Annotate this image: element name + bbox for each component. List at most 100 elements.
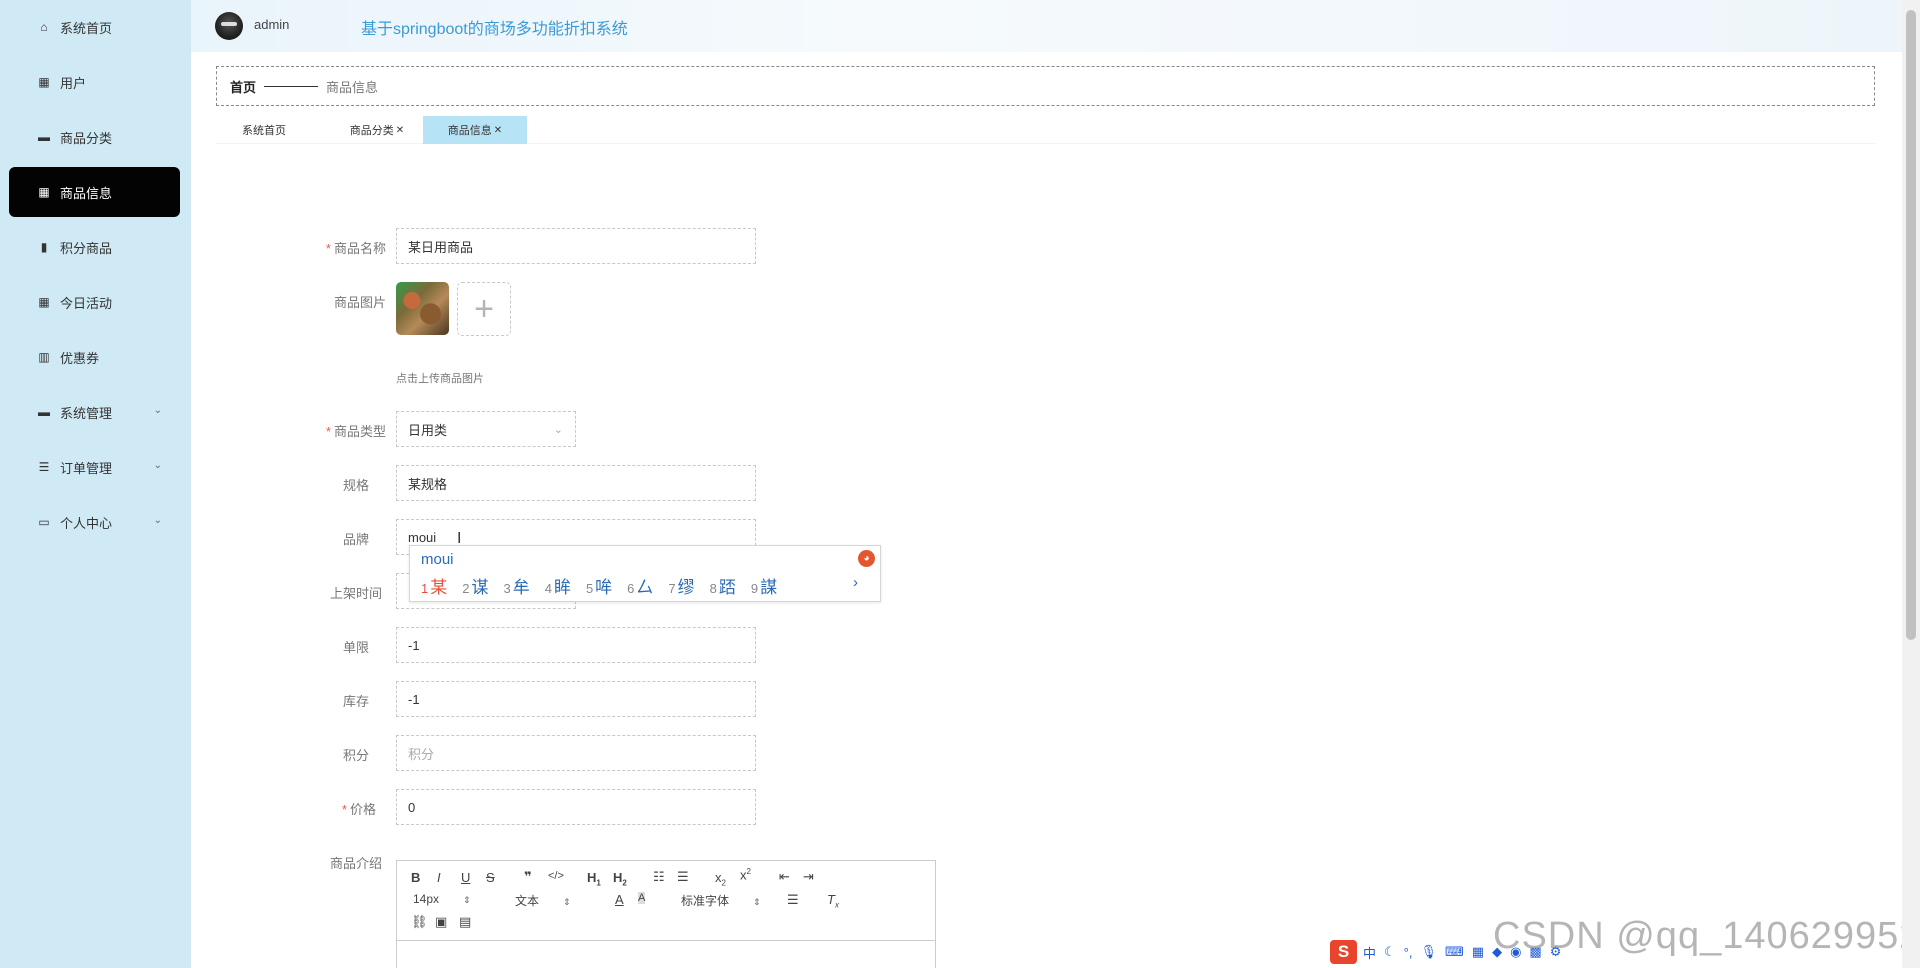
tab-home[interactable]: 系统首页: [216, 116, 312, 144]
required-mark: *: [325, 424, 331, 439]
name-field[interactable]: 某日用商品: [396, 228, 756, 264]
list-icon: ☰: [38, 460, 50, 474]
sidebar-item-profile[interactable]: ▭ 个人中心 ⌄: [9, 497, 180, 547]
sidebar-item-label: 积分商品: [60, 240, 113, 256]
label-text: 商品介绍: [329, 856, 382, 871]
align-icon[interactable]: ☰: [787, 892, 799, 908]
close-icon[interactable]: ✕: [396, 125, 404, 136]
ime-candidate[interactable]: 9謀: [751, 573, 777, 598]
sidebar-item-system[interactable]: ▬ 系统管理 ⌄: [9, 387, 180, 437]
ime-candidate-popup: moui ◕ 1某 2谋 3牟 4眸 5哞 6厶 7缪 8踎 9謀 ›: [409, 545, 881, 602]
heading2-icon[interactable]: H2: [613, 870, 627, 888]
outdent-icon[interactable]: ⇤: [779, 869, 790, 885]
ime-candidate[interactable]: 2谋: [462, 573, 488, 598]
heading1-icon[interactable]: H1: [587, 870, 601, 888]
candidate-text: 厶: [636, 578, 654, 597]
ime-next-page-icon[interactable]: ›: [853, 574, 858, 591]
tab-label: 系统首页: [242, 125, 286, 137]
subscript-icon[interactable]: x2: [715, 870, 726, 888]
label-text: 上架时间: [329, 586, 382, 601]
sidebar-item-categories[interactable]: ▬ 商品分类: [9, 112, 180, 162]
stock-label: 库存: [249, 691, 369, 710]
ime-candidate[interactable]: 1某: [421, 573, 447, 598]
blockquote-icon[interactable]: ❞: [524, 869, 532, 885]
ime-candidate[interactable]: 6厶: [627, 573, 653, 598]
ime-candidate[interactable]: 7缪: [668, 573, 694, 598]
breadcrumb-home[interactable]: 首页: [230, 77, 256, 96]
strikethrough-icon[interactable]: S: [486, 870, 495, 885]
keyboard-icon[interactable]: ⌨: [1445, 944, 1464, 960]
points-label: 积分: [249, 745, 369, 764]
name-value: 某日用商品: [408, 239, 474, 255]
tab-label: 商品信息: [447, 125, 492, 137]
video-icon[interactable]: ▤: [459, 914, 471, 930]
sidebar-item-orders[interactable]: ☰ 订单管理 ⌄: [9, 442, 180, 492]
limit-field[interactable]: -1: [396, 627, 756, 663]
header-select[interactable]: 文本 ⇕: [515, 892, 571, 909]
category-select[interactable]: 日用类 ⌄: [396, 411, 576, 447]
breadcrumb: 首页 商品信息: [216, 66, 1875, 106]
close-icon[interactable]: ✕: [494, 125, 502, 136]
punctuation-icon[interactable]: °,: [1404, 945, 1413, 960]
scrollbar-thumb[interactable]: [1906, 10, 1916, 640]
code-block-icon[interactable]: </>: [548, 870, 564, 882]
briefcase-icon: ▬: [38, 130, 50, 144]
bar-chart-icon: ▥: [38, 350, 50, 364]
product-image-thumbnail[interactable]: [396, 282, 449, 335]
watermark: CSDN @qq_1406299528: [1493, 915, 1920, 957]
username[interactable]: admin: [254, 17, 289, 32]
spec-field[interactable]: 某规格: [396, 465, 756, 501]
microphone-icon[interactable]: 🎙: [1420, 944, 1437, 960]
bullet-list-icon[interactable]: ☰: [677, 869, 689, 885]
font-family-select[interactable]: 标准字体 ⇕: [681, 892, 761, 909]
sidebar-item-products[interactable]: ▦ 商品信息: [9, 167, 180, 217]
chevron-updown-icon: ⇕: [463, 895, 471, 905]
image-label: 商品图片: [266, 292, 386, 311]
sidebar-item-today-events[interactable]: ▦ 今日活动: [9, 277, 180, 327]
candidate-text: 牟: [512, 578, 530, 597]
sogou-logo-icon[interactable]: S: [1330, 940, 1357, 964]
sidebar-item-label: 订单管理: [60, 460, 113, 476]
image-icon[interactable]: ▣: [435, 914, 447, 930]
label-text: 商品类型: [333, 424, 386, 439]
points-field[interactable]: 积分: [396, 735, 756, 771]
ordered-list-icon[interactable]: ☷: [653, 869, 665, 885]
toolbox-icon[interactable]: ▦: [1472, 944, 1484, 960]
bold-icon[interactable]: B: [411, 870, 420, 885]
font-size-select[interactable]: 14px ⇕: [413, 892, 471, 906]
underline-icon[interactable]: U: [461, 870, 470, 885]
sidebar-item-users[interactable]: ▦ 用户: [9, 57, 180, 107]
header-value: 文本: [515, 894, 540, 908]
text-color-icon[interactable]: A: [615, 892, 624, 907]
sidebar-item-points-products[interactable]: ▮ 积分商品: [9, 222, 180, 272]
ime-candidate[interactable]: 4眸: [545, 573, 571, 598]
superscript-icon[interactable]: x2: [740, 867, 751, 882]
clear-format-icon[interactable]: Tx: [827, 892, 839, 910]
breadcrumb-separator: [264, 85, 319, 87]
calendar-icon: ▭: [38, 515, 50, 529]
ime-candidate[interactable]: 5哞: [586, 573, 612, 598]
indent-icon[interactable]: ⇥: [803, 869, 814, 885]
price-value: 0: [408, 799, 416, 815]
sidebar-item-label: 商品信息: [60, 185, 113, 201]
stock-field[interactable]: -1: [396, 681, 756, 717]
label-text: 积分: [342, 748, 369, 763]
upload-add-button[interactable]: +: [457, 282, 511, 336]
link-icon[interactable]: ⛓: [411, 914, 428, 930]
sidebar-item-coupons[interactable]: ▥ 优惠券: [9, 332, 180, 382]
price-field[interactable]: 0: [396, 789, 756, 825]
tab-products[interactable]: 商品信息 ✕: [423, 116, 527, 144]
sidebar-item-label: 用户: [60, 75, 87, 91]
background-color-icon[interactable]: A: [638, 892, 646, 904]
label-text: 规格: [342, 478, 369, 493]
italic-icon[interactable]: I: [437, 870, 441, 885]
ime-candidate[interactable]: 8踎: [710, 573, 736, 598]
avatar[interactable]: [215, 12, 243, 40]
sidebar-item-home[interactable]: ⌂ 系统首页: [9, 2, 180, 52]
rich-text-editor[interactable]: B I U S ❞ </> H1 H2 ☷ ☰ x2 x2 ⇤ ⇥ 14px ⇕ …: [396, 860, 936, 968]
tab-bar: 系统首页 商品分类 ✕ 商品信息 ✕: [216, 116, 1875, 144]
ime-mode-indicator[interactable]: 中: [1363, 943, 1376, 962]
moon-icon[interactable]: ☾: [1384, 944, 1396, 960]
ime-candidate[interactable]: 3牟: [503, 573, 529, 598]
tab-categories[interactable]: 商品分类 ✕: [326, 116, 428, 144]
